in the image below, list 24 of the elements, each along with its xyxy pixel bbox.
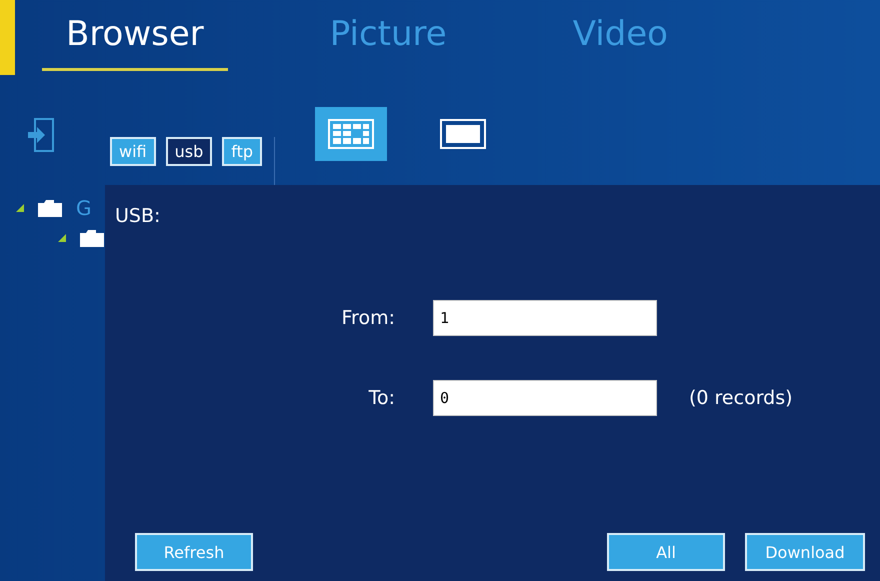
expand-arrow-icon[interactable] — [16, 204, 24, 212]
all-button[interactable]: All — [607, 533, 725, 571]
from-field[interactable]: 1 — [433, 300, 657, 336]
tab[interactable]: Picture — [306, 0, 471, 71]
source-button[interactable]: wifi — [110, 137, 156, 166]
refresh-button[interactable]: Refresh — [135, 533, 253, 571]
tab[interactable]: Video — [548, 0, 692, 71]
to-field[interactable]: 0 — [433, 380, 657, 416]
records-count: (0 records) — [689, 387, 793, 409]
panel-title: USB: — [115, 205, 162, 227]
tab[interactable]: Browser — [42, 0, 228, 71]
download-button[interactable]: Download — [745, 533, 865, 571]
tree-item-label[interactable]: G — [76, 196, 92, 220]
from-label: From: — [340, 307, 396, 329]
grid-view-button[interactable] — [315, 107, 388, 161]
folder-icon — [38, 199, 62, 217]
source-button[interactable]: ftp — [222, 137, 262, 166]
grid-icon — [328, 119, 374, 149]
folder-icon — [80, 229, 104, 247]
to-label: To: — [368, 387, 396, 409]
expand-arrow-icon[interactable] — [58, 234, 66, 242]
rectangle-icon — [440, 119, 486, 149]
login-icon[interactable] — [27, 117, 55, 153]
source-button[interactable]: usb — [166, 137, 212, 166]
